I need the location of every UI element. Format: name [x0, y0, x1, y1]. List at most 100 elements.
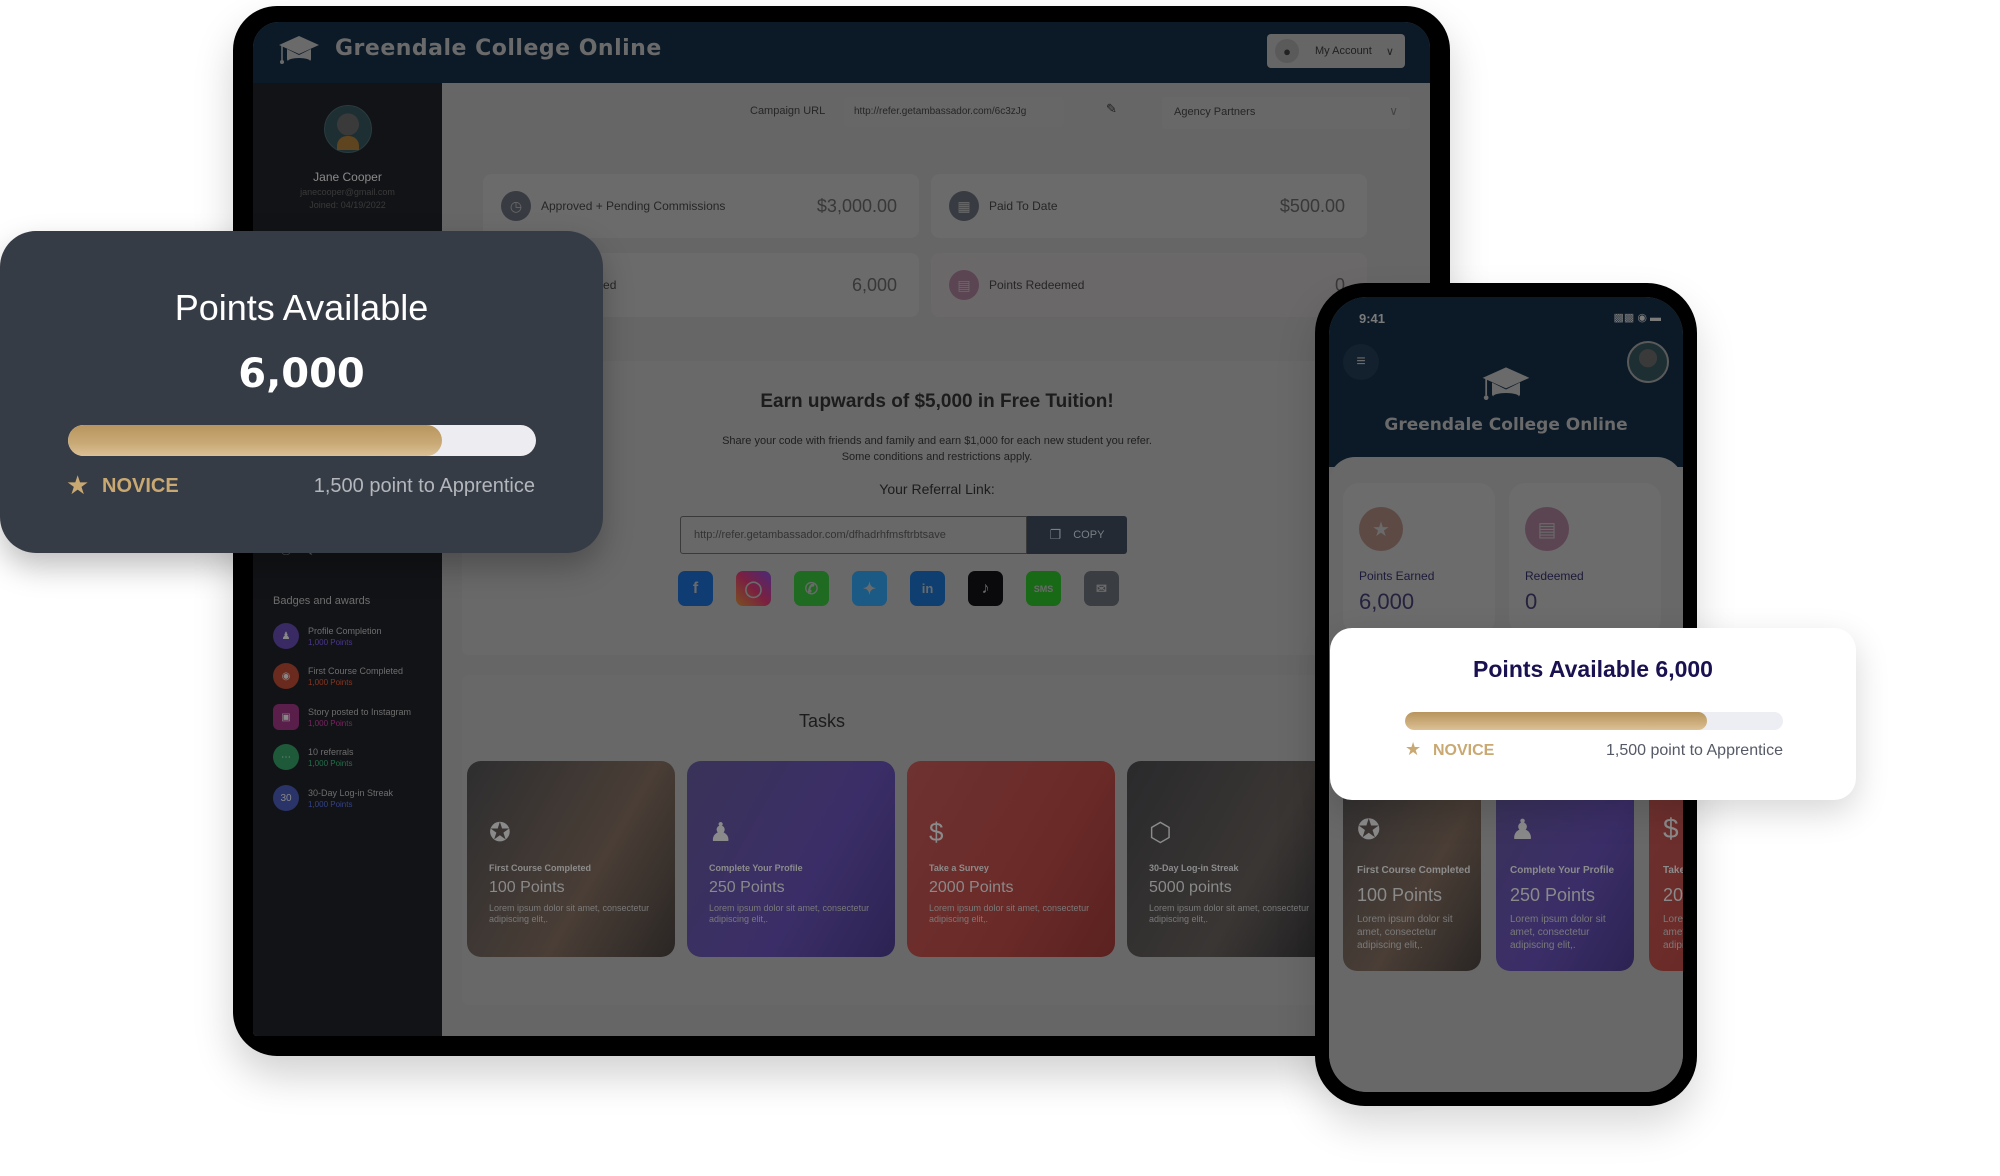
- profile-email: janecooper@gmail.com: [300, 187, 395, 197]
- task-name: Take a Survey: [929, 863, 989, 873]
- task-points: 5000 points: [1149, 879, 1232, 896]
- referrals-badge-icon: ⋯: [273, 744, 299, 770]
- ribbon-badge-icon: ◉: [273, 663, 299, 689]
- avatar[interactable]: [324, 105, 372, 153]
- badge-item: ⋯ 10 referrals 1,000 Points: [273, 744, 354, 770]
- tiktok-icon[interactable]: ♪: [968, 571, 1003, 606]
- badge-item: 30 30-Day Log-in Streak 1,000 Points: [273, 785, 393, 811]
- task-card[interactable]: ♟ Complete Your Profile 250 Points Lorem…: [687, 761, 895, 957]
- phone-stat-redeemed: ▤ Redeemed 0: [1509, 483, 1661, 635]
- points-card-title: Points Available: [174, 287, 429, 328]
- sms-icon[interactable]: SMS: [1026, 571, 1061, 606]
- phone-stat-points-earned: ★ Points Earned 6,000: [1343, 483, 1495, 635]
- task-name: Complete Your Profile: [709, 863, 803, 873]
- badge-points: 1,000 Points: [308, 677, 353, 687]
- email-icon[interactable]: ✉: [1084, 571, 1119, 606]
- earn-subtitle: Share your code with friends and family …: [722, 435, 1152, 447]
- money-hand-icon: $: [1663, 813, 1679, 844]
- badge-points: 1,000 Points: [308, 758, 353, 768]
- stat-label: Paid To Date: [989, 199, 1058, 213]
- level-label: NOVICE: [102, 475, 179, 497]
- instagram-badge-icon: ▣: [273, 704, 299, 730]
- task-description: Lorem ipsum dolor sit amet, consectetur …: [929, 903, 1090, 924]
- task-card[interactable]: ⬡ 30-Day Log-in Streak 5000 points Lorem…: [1127, 761, 1335, 957]
- medal-icon: ✪: [1357, 814, 1381, 845]
- stat-label: Points Earned: [1359, 569, 1435, 583]
- badge-item: ♟ Profile Completion 1,000 Points: [273, 623, 382, 649]
- copy-label: COPY: [1073, 529, 1105, 541]
- tasks-title: Tasks: [798, 711, 845, 731]
- facebook-icon[interactable]: f: [678, 571, 713, 606]
- calendar-30-icon: ⬡: [1149, 817, 1172, 847]
- graduation-cap-icon: [1482, 367, 1530, 400]
- star-icon: ★: [1405, 739, 1422, 759]
- campaign-url-field[interactable]: http://refer.getambassador.com/6c3zJg: [844, 97, 1064, 127]
- badge-name: Profile Completion: [308, 625, 382, 636]
- referral-link-input[interactable]: http://refer.getambassador.com/dfhadrhfm…: [680, 516, 1027, 554]
- my-account-button[interactable]: ● My Account ∨: [1267, 34, 1405, 68]
- user-icon: ♟: [709, 817, 733, 847]
- task-description: Lorem ipsum dolor sit amet, consectetur …: [1510, 914, 1606, 951]
- social-share-row: f ◯ ✆ ✦ in ♪ SMS ✉: [678, 571, 1119, 606]
- instagram-icon[interactable]: ◯: [736, 571, 771, 606]
- badge-points: 1,000 Points: [308, 799, 353, 809]
- linkedin-icon[interactable]: in: [910, 571, 945, 606]
- chevron-down-icon: ∨: [1385, 45, 1394, 58]
- task-points: 2000 Points: [1663, 885, 1683, 905]
- agency-partners-select[interactable]: Agency Partners ∨: [1162, 97, 1410, 129]
- level-label: NOVICE: [1433, 742, 1495, 759]
- points-progress-fill: [1405, 712, 1708, 730]
- badges-heading: Badges and awards: [273, 595, 371, 607]
- task-description: Lorem ipsum dolor sit amet, consectetur …: [1357, 914, 1453, 951]
- points-card-value: 6,000: [238, 351, 365, 397]
- phone-app-title: Greendale College Online: [1384, 415, 1628, 435]
- twitter-icon[interactable]: ✦: [852, 571, 887, 606]
- task-points: 250 Points: [1510, 885, 1596, 905]
- referral-link-label: Your Referral Link:: [879, 481, 995, 497]
- stat-label: Approved + Pending Commissions: [541, 199, 726, 213]
- phone-points-available-card: Points Available 6,000 ★ NOVICE 1,500 po…: [1330, 628, 1856, 800]
- task-card[interactable]: $ Take a Survey 2000 Points Lorem ipsum …: [907, 761, 1115, 957]
- stat-label: Redeemed: [1525, 569, 1584, 583]
- task-card[interactable]: ✪ First Course Completed 100 Points Lore…: [467, 761, 675, 957]
- agency-select-value: Agency Partners: [1174, 106, 1256, 118]
- whatsapp-icon[interactable]: ✆: [794, 571, 829, 606]
- badge-name: First Course Completed: [308, 665, 404, 676]
- task-description: Lorem ipsum dolor sit amet, consectetur …: [709, 903, 870, 924]
- task-name: Take a Survey: [1663, 865, 1683, 876]
- stat-value: $3,000.00: [816, 195, 897, 216]
- clock-icon: ◷: [501, 191, 531, 221]
- stat-card-points-redeemed: ▤ Points Redeemed 0: [931, 253, 1367, 317]
- star-icon: ★: [66, 470, 90, 500]
- profile-joined: Joined: 04/19/2022: [309, 200, 386, 210]
- pencil-icon[interactable]: ✎: [1106, 101, 1117, 117]
- star-icon: ★: [1359, 507, 1403, 551]
- menu-icon[interactable]: ≡: [1343, 344, 1379, 380]
- task-description: Lorem ipsum dolor sit amet, consectetur …: [489, 903, 650, 924]
- task-name: Complete Your Profile: [1510, 865, 1615, 876]
- points-progress-bar: [68, 425, 536, 456]
- money-hand-icon: $: [929, 817, 944, 847]
- points-progress-fill: [68, 425, 443, 456]
- user-icon: ♟: [1510, 814, 1536, 845]
- badge-name: 30-Day Log-in Streak: [308, 787, 394, 798]
- calendar-icon: ▦: [949, 191, 979, 221]
- avatar[interactable]: [1627, 341, 1669, 383]
- gift-icon: ▤: [949, 270, 979, 300]
- task-name: First Course Completed: [1357, 865, 1471, 876]
- task-points: 2000 Points: [929, 879, 1014, 896]
- referral-panel: Earn upwards of $5,000 in Free Tuition! …: [462, 361, 1412, 655]
- status-time: 9:41: [1359, 311, 1386, 326]
- stat-value: 6,000: [1359, 589, 1415, 614]
- stat-value: $500.00: [1279, 195, 1345, 216]
- signal-wifi-battery-icon: ▩▩ ◉ ▬: [1613, 312, 1662, 324]
- stat-value: 0: [1525, 589, 1538, 614]
- campaign-url-label: Campaign URL: [750, 105, 826, 117]
- phone-header: 9:41 ▩▩ ◉ ▬ ≡ Greendale College Online: [1329, 297, 1683, 467]
- earn-disclaimer: Some conditions and restrictions apply.: [841, 451, 1033, 463]
- points-card-title: Points Available 6,000: [1473, 656, 1713, 682]
- badge-name: Story posted to Instagram: [308, 706, 412, 717]
- stat-label: Points Redeemed: [989, 278, 1085, 292]
- copy-button[interactable]: ❐ COPY: [1027, 516, 1127, 554]
- next-level-text: 1,500 point to Apprentice: [313, 475, 535, 497]
